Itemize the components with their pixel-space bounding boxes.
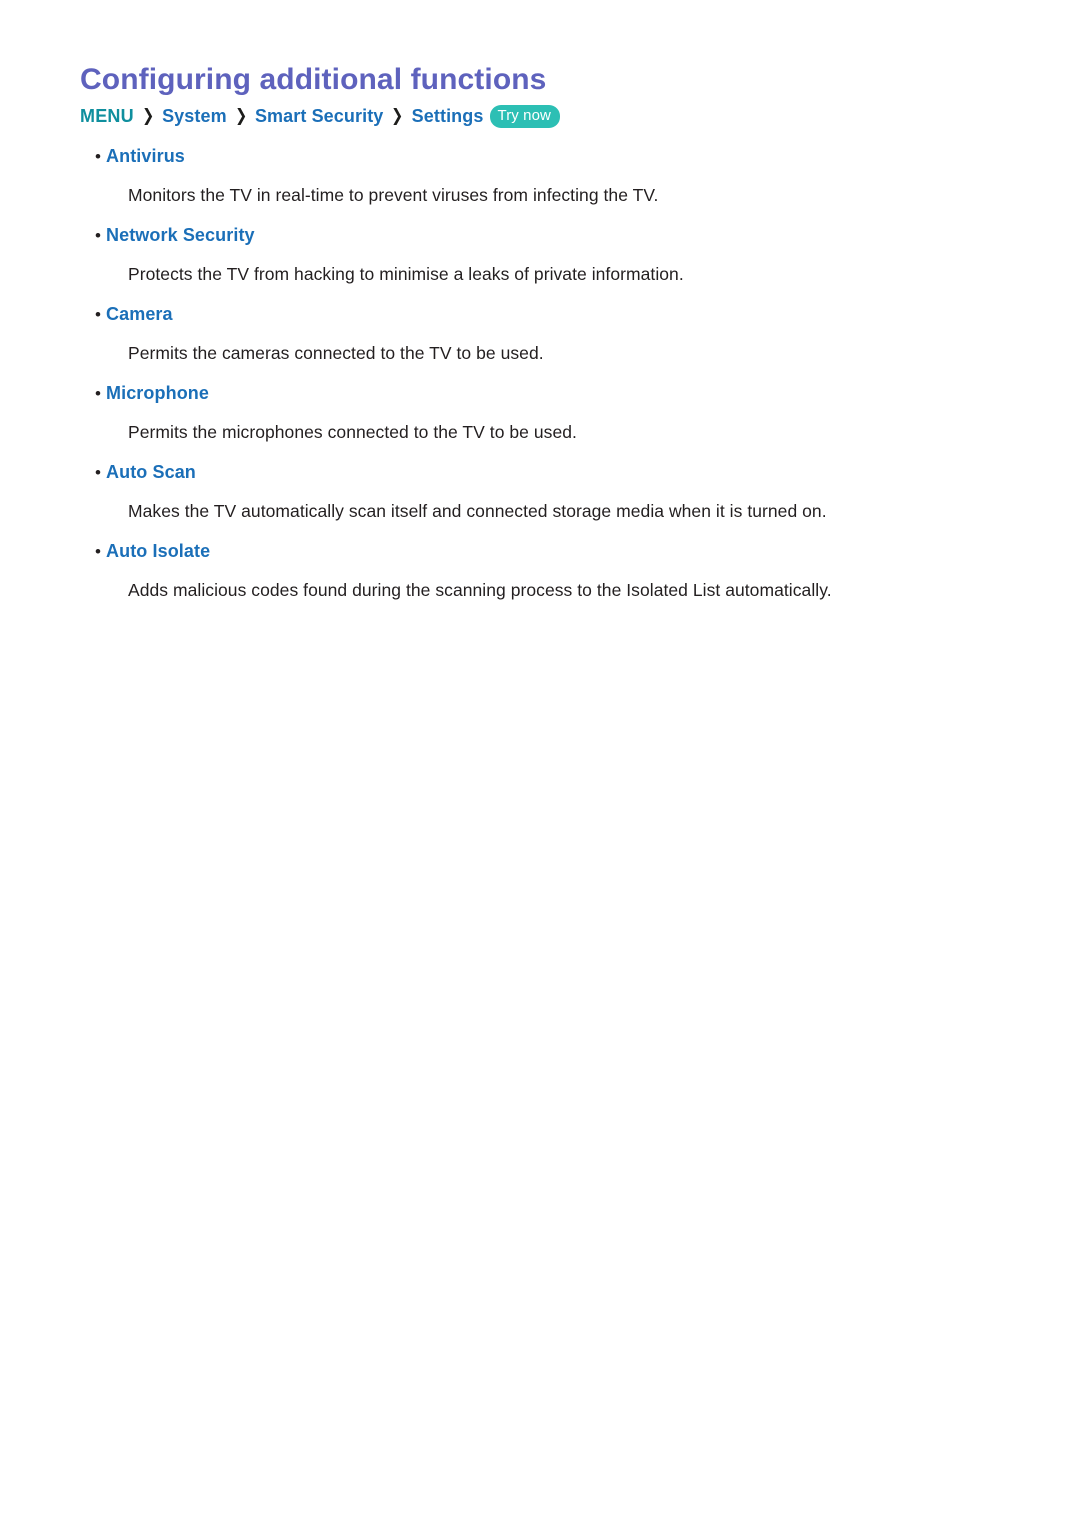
list-item: • Auto Scan Makes the TV automatically s…	[80, 458, 962, 525]
chevron-right-icon: ❯	[391, 106, 404, 125]
feature-label-auto-isolate: Auto Isolate	[106, 541, 211, 561]
feature-heading: • Microphone	[80, 379, 962, 408]
breadcrumb-item-settings[interactable]: Settings	[412, 104, 484, 128]
feature-label-antivirus: Antivirus	[106, 146, 185, 166]
list-item: • Microphone Permits the microphones con…	[80, 379, 962, 446]
feature-list: • Antivirus Monitors the TV in real-time…	[80, 142, 962, 604]
breadcrumb: MENU ❯ System ❯ Smart Security ❯ Setting…	[80, 104, 962, 128]
try-now-badge[interactable]: Try now	[490, 104, 560, 128]
feature-description-antivirus: Monitors the TV in real-time to prevent …	[128, 185, 659, 205]
bullet-icon: •	[95, 226, 101, 245]
feature-heading: • Camera	[80, 300, 962, 329]
feature-heading: • Network Security	[80, 221, 962, 250]
feature-heading: • Antivirus	[80, 142, 962, 171]
bullet-icon: •	[95, 384, 101, 403]
feature-heading: • Auto Isolate	[80, 537, 962, 566]
feature-description-network-security: Protects the TV from hacking to minimise…	[128, 264, 684, 284]
chevron-right-icon: ❯	[141, 106, 154, 125]
feature-label-camera: Camera	[106, 304, 173, 324]
page-title: Configuring additional functions	[80, 63, 547, 96]
bullet-icon: •	[95, 463, 101, 482]
feature-description-microphone: Permits the microphones connected to the…	[128, 422, 577, 442]
feature-label-microphone: Microphone	[106, 383, 209, 403]
list-item: • Antivirus Monitors the TV in real-time…	[80, 142, 962, 209]
document-page: Configuring additional functions MENU ❯ …	[0, 0, 1080, 1527]
breadcrumb-root-menu[interactable]: MENU	[80, 104, 134, 128]
list-item: • Auto Isolate Adds malicious codes foun…	[80, 537, 962, 604]
breadcrumb-item-smart-security[interactable]: Smart Security	[255, 104, 383, 128]
feature-description-auto-isolate: Adds malicious codes found during the sc…	[128, 580, 832, 600]
bullet-icon: •	[95, 305, 101, 324]
bullet-icon: •	[95, 542, 101, 561]
feature-label-network-security: Network Security	[106, 225, 255, 245]
feature-label-auto-scan: Auto Scan	[106, 462, 196, 482]
feature-description-auto-scan: Makes the TV automatically scan itself a…	[128, 501, 827, 521]
feature-heading: • Auto Scan	[80, 458, 962, 487]
list-item: • Network Security Protects the TV from …	[80, 221, 962, 288]
list-item: • Camera Permits the cameras connected t…	[80, 300, 962, 367]
bullet-icon: •	[95, 147, 101, 166]
feature-description-camera: Permits the cameras connected to the TV …	[128, 343, 544, 363]
chevron-right-icon: ❯	[234, 106, 247, 125]
breadcrumb-item-system[interactable]: System	[162, 104, 227, 128]
